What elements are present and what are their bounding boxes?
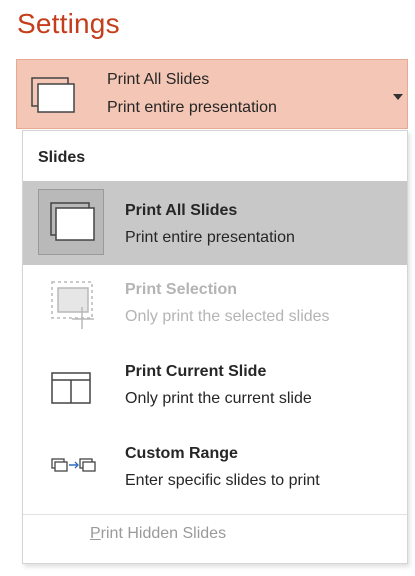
section-header-slides: Slides — [38, 149, 86, 166]
menu-item-label: Print Selection — [125, 281, 238, 298]
print-current-slide-icon — [38, 363, 104, 418]
menu-divider — [23, 514, 407, 515]
option-label: rint Hidden Slides — [100, 525, 227, 542]
custom-range-icon — [38, 441, 104, 496]
print-all-slides-icon — [38, 189, 104, 260]
dropdown-subtitle: Print entire presentation — [107, 99, 277, 116]
menu-item-label: Print Current Slide — [125, 363, 267, 380]
menu-item-print-current-slide[interactable]: Print Current Slide Only print the curre… — [23, 349, 407, 433]
menu-item-label: Print All Slides — [125, 202, 238, 219]
menu-item-custom-range[interactable]: Custom Range Enter specific slides to pr… — [23, 431, 407, 515]
settings-title: Settings — [17, 8, 120, 39]
print-selection-icon — [38, 277, 104, 342]
dropdown-arrow-icon[interactable] — [392, 88, 404, 106]
menu-item-description: Enter specific slides to print — [125, 472, 320, 489]
menu-item-print-all-slides[interactable]: Print All Slides Print entire presentati… — [23, 181, 407, 265]
slides-stack-icon — [31, 77, 75, 118]
menu-item-description: Only print the current slide — [125, 390, 312, 407]
dropdown-title: Print All Slides — [107, 71, 210, 88]
menu-item-description: Only print the selected slides — [125, 308, 330, 325]
print-hidden-slides-option[interactable]: Print Hidden Slides — [90, 525, 226, 543]
access-key-underline: P — [90, 525, 101, 542]
menu-item-description: Print entire presentation — [125, 229, 295, 246]
print-range-dropdown[interactable]: Print All Slides Print entire presentati… — [16, 59, 408, 129]
menu-item-label: Custom Range — [125, 445, 238, 462]
menu-item-print-selection[interactable]: Print Selection Only print the selected … — [23, 265, 407, 349]
print-range-menu: Slides Print All Slides Print entire pre… — [22, 130, 408, 564]
